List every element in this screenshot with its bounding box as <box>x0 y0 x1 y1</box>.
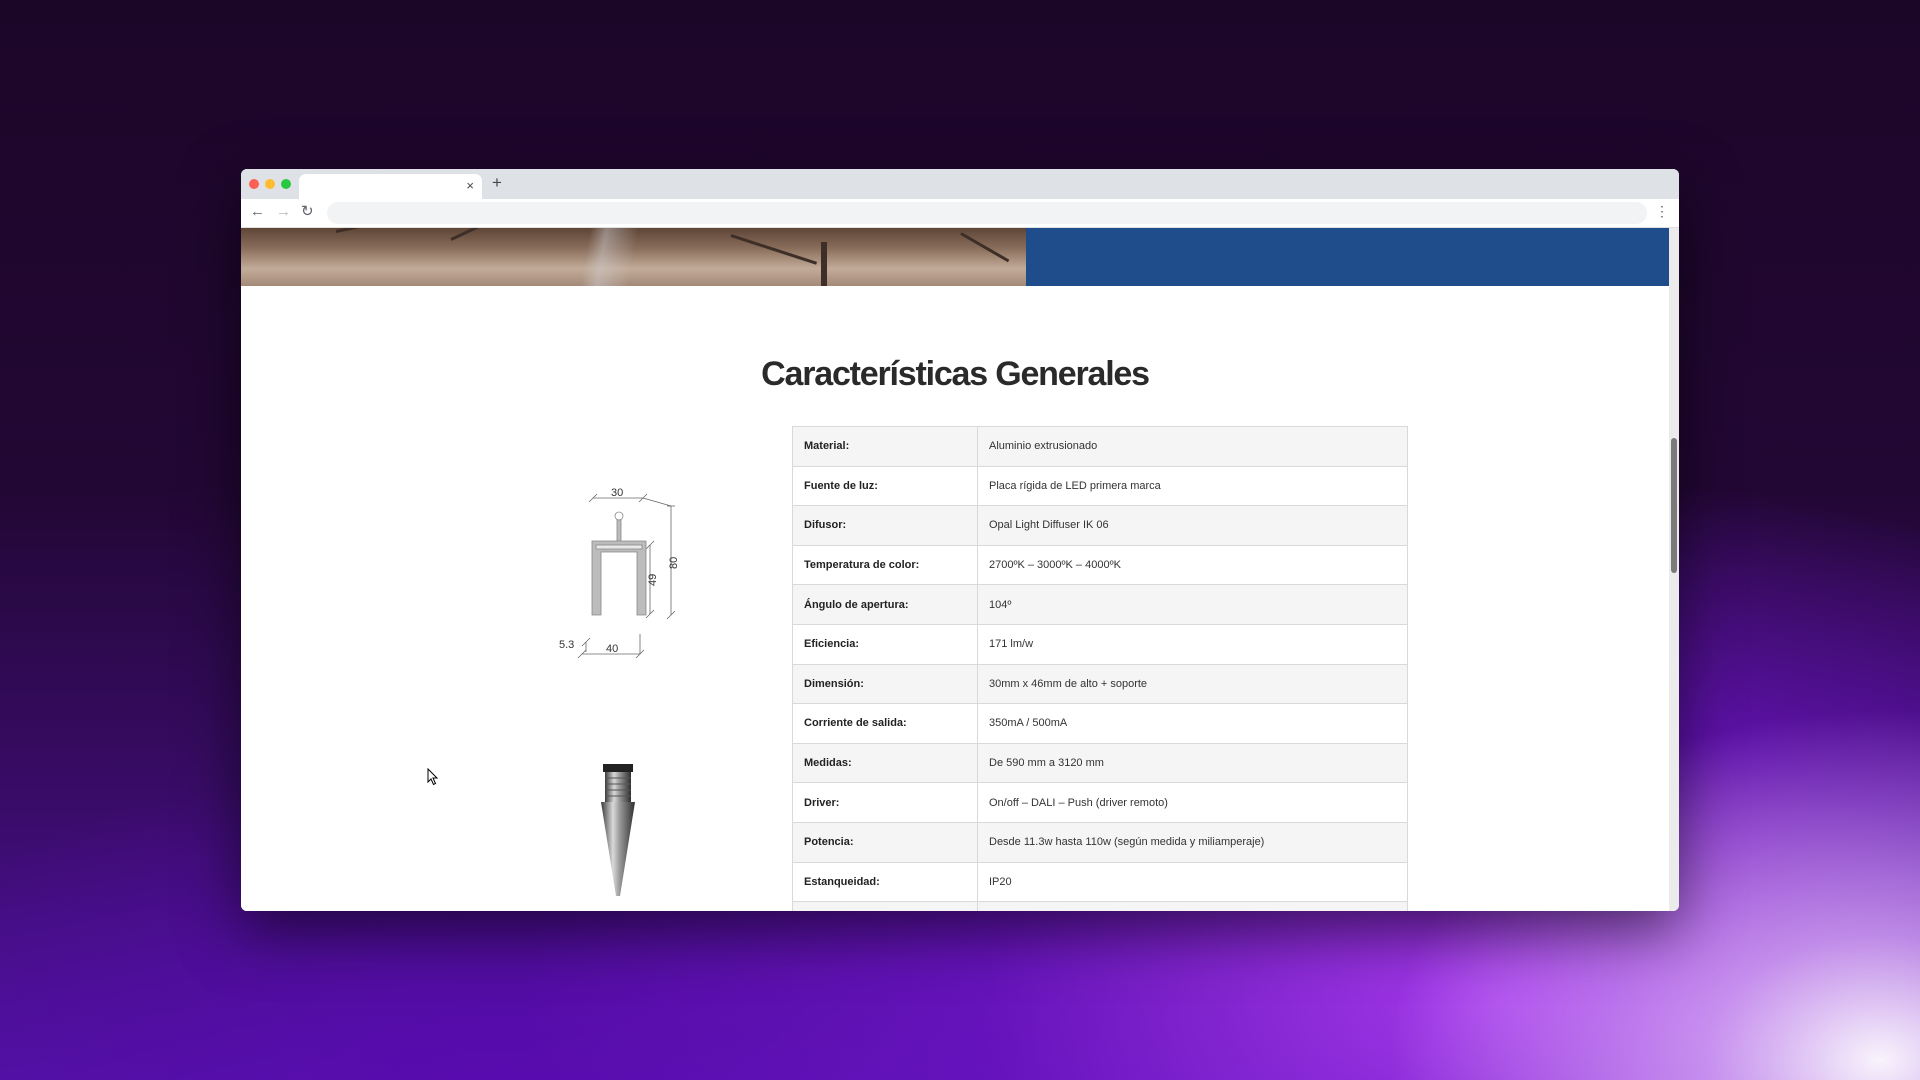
table-row: Dimensión: 30mm x 46mm de alto + soporte <box>792 663 1408 705</box>
table-row: Fuente de luz: Placa rígida de LED primer… <box>792 465 1408 507</box>
spec-label: Material: <box>792 426 978 467</box>
diagram-total-height-label: 80 <box>668 557 680 569</box>
new-tab-button[interactable]: + <box>492 173 502 193</box>
spec-label: Difusor: <box>792 505 978 546</box>
table-row: Temperatura de color: 2700ºK – 3000ºK – 4… <box>792 544 1408 586</box>
spec-value: 171 lm/w <box>977 623 1408 665</box>
table-row: Medidas: De 590 mm a 3120 mm <box>792 742 1408 784</box>
spec-label: Medidas: <box>792 742 978 784</box>
table-row: Material: Aluminio extrusionado <box>792 426 1408 467</box>
browser-tab[interactable]: × <box>299 174 482 199</box>
tab-close-icon[interactable]: × <box>466 178 474 193</box>
hero-photo <box>241 228 1026 286</box>
spec-label <box>792 901 978 911</box>
hero-blue-panel <box>1026 228 1669 286</box>
diagram-side-label: 5.3 <box>559 639 574 651</box>
spec-value: Aluminio extrusionado <box>977 426 1408 467</box>
spec-label: Dimensión: <box>792 663 978 705</box>
table-row: Ángulo de apertura: 104º <box>792 584 1408 625</box>
window-controls <box>249 179 291 189</box>
diagram-top-width-label: 30 <box>611 487 623 499</box>
diagram-body-height-label: 49 <box>647 574 659 586</box>
page-scrollbar[interactable] <box>1669 228 1679 911</box>
maximize-window-button[interactable] <box>281 179 291 189</box>
spec-value: 2700ºK – 3000ºK – 4000ºK <box>977 544 1408 586</box>
spec-label: Fuente de luz: <box>792 465 978 507</box>
spec-value: De 590 mm a 3120 mm <box>977 742 1408 784</box>
forward-arrow-icon[interactable]: → <box>276 203 291 220</box>
table-row: Estanqueidad: IP20 <box>792 861 1408 903</box>
reload-icon[interactable]: ↻ <box>301 202 314 220</box>
address-bar[interactable] <box>327 202 1647 224</box>
spec-label: Corriente de salida: <box>792 703 978 744</box>
specs-table: Material: Aluminio extrusionado Fuente de… <box>792 426 1408 911</box>
table-row: Eficiencia: 171 lm/w <box>792 623 1408 665</box>
table-row: Driver: On/off – DALI – Push (driver remo… <box>792 782 1408 823</box>
table-row: Difusor: Opal Light Diffuser IK 06 <box>792 505 1408 546</box>
spec-label: Potencia: <box>792 821 978 863</box>
page-title: Características Generales <box>761 355 1150 393</box>
spec-value: 30mm x 46mm de alto + soporte <box>977 663 1408 705</box>
spec-value: Opal Light Diffuser IK 06 <box>977 505 1408 546</box>
spec-value <box>977 901 1408 911</box>
browser-menu-icon[interactable]: ⋮ <box>1655 203 1669 220</box>
hero-banner <box>241 228 1669 286</box>
browser-toolbar: ← → ↻ ⋮ <box>241 199 1679 228</box>
spec-label: Temperatura de color: <box>792 544 978 586</box>
scrollbar-thumb[interactable] <box>1671 438 1677 573</box>
table-row <box>792 901 1408 911</box>
spec-label: Ángulo de apertura: <box>792 584 978 625</box>
spec-value: IP20 <box>977 861 1408 903</box>
tab-bar: × + <box>241 169 1679 199</box>
spec-value: 350mA / 500mA <box>977 703 1408 744</box>
product-image <box>601 764 635 896</box>
spec-label: Driver: <box>792 782 978 823</box>
specs-table-body: Material: Aluminio extrusionado Fuente de… <box>792 426 1408 911</box>
spec-value: 104º <box>977 584 1408 625</box>
browser-window: × + ← → ↻ ⋮ Características Generales 30… <box>241 169 1679 911</box>
back-arrow-icon[interactable]: ← <box>250 203 265 220</box>
profile-dimension-diagram: 30 80 49 5.3 40 <box>559 487 680 659</box>
table-row: Corriente de salida: 350mA / 500mA <box>792 703 1408 744</box>
spec-value: Desde 11.3w hasta 110w (según medida y m… <box>977 821 1408 863</box>
spec-value: On/off – DALI – Push (driver remoto) <box>977 782 1408 823</box>
table-row: Potencia: Desde 11.3w hasta 110w (según m… <box>792 821 1408 863</box>
diagram-bottom-width-label: 40 <box>606 643 618 655</box>
spec-label: Eficiencia: <box>792 623 978 665</box>
minimize-window-button[interactable] <box>265 179 275 189</box>
spec-label: Estanqueidad: <box>792 861 978 903</box>
spec-value: Placa rígida de LED primera marca <box>977 465 1408 507</box>
page-viewport: Características Generales 30 80 49 5.3 4… <box>241 228 1669 911</box>
close-window-button[interactable] <box>249 179 259 189</box>
mouse-pointer-icon <box>427 768 439 786</box>
